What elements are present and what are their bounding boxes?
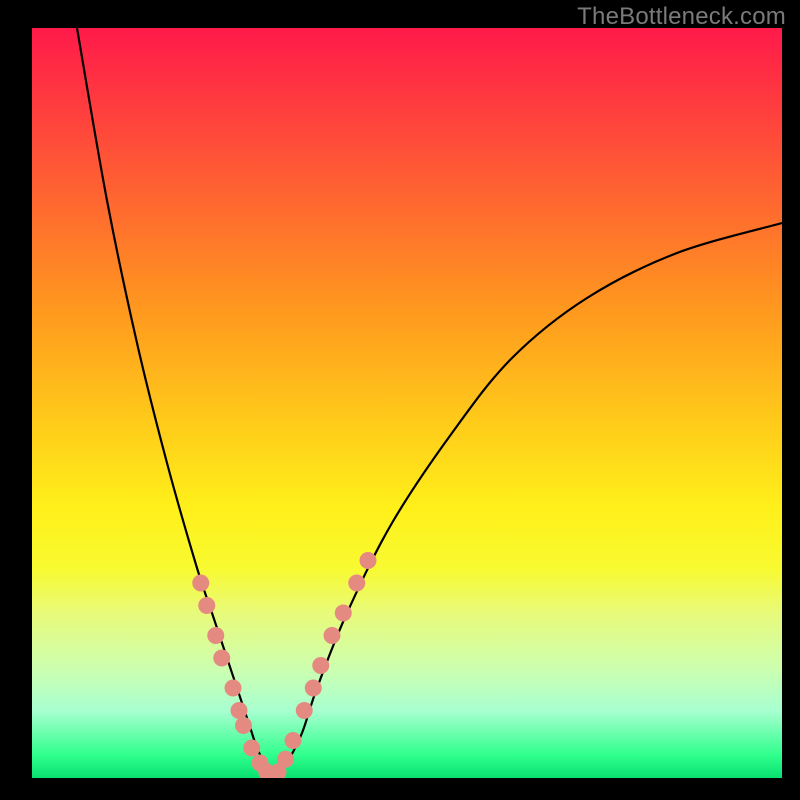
bead-marker — [312, 657, 329, 674]
bead-marker — [305, 680, 322, 697]
watermark-text: TheBottleneck.com — [577, 3, 786, 31]
bead-marker — [296, 702, 313, 719]
curve-svg — [32, 28, 782, 778]
bead-marker — [335, 605, 352, 622]
bead-marker — [231, 702, 248, 719]
bead-marker — [192, 575, 209, 592]
plot-area — [32, 28, 782, 778]
bead-marker — [324, 627, 341, 644]
bead-marker — [207, 627, 224, 644]
bead-marker — [235, 717, 252, 734]
chart-container: TheBottleneck.com — [0, 0, 800, 800]
bead-marker — [198, 597, 215, 614]
bead-marker — [348, 575, 365, 592]
bead-marker — [213, 650, 230, 667]
bead-marker — [243, 740, 260, 757]
bottleneck-curve — [77, 28, 782, 776]
bead-marker — [225, 680, 242, 697]
bead-markers — [192, 552, 376, 778]
bead-marker — [277, 751, 294, 768]
bead-marker — [360, 552, 377, 569]
bead-marker — [285, 732, 302, 749]
